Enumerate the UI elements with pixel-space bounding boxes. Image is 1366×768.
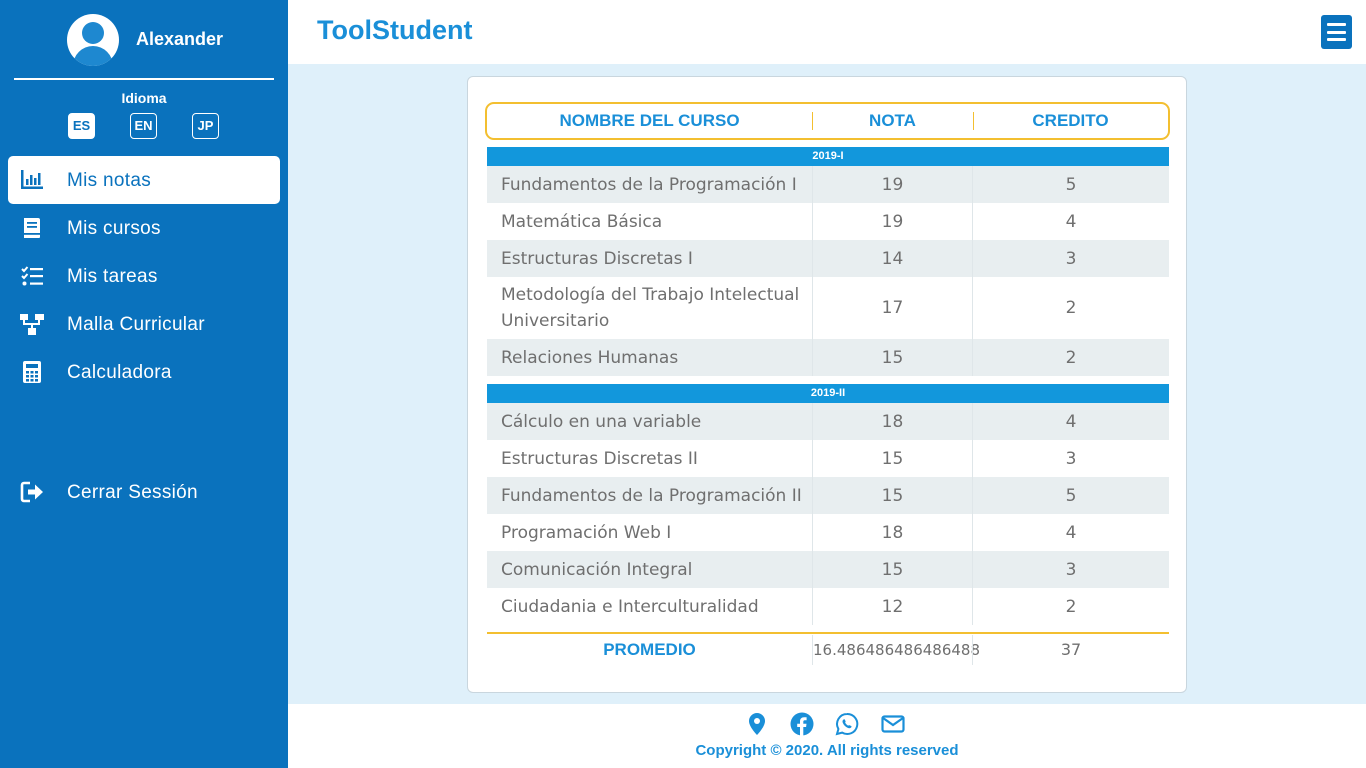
course-credit: 4 (972, 514, 1169, 551)
course-grade: 19 (812, 166, 972, 203)
user-name: Alexander (136, 29, 224, 49)
whatsapp-icon[interactable] (835, 712, 859, 736)
course-grade: 15 (812, 440, 972, 477)
course-credit: 5 (972, 477, 1169, 514)
nav-label: Cerrar Sessión (67, 482, 198, 503)
top-header: ToolStudent (288, 0, 1366, 64)
map-marker-icon[interactable] (745, 712, 769, 736)
table-row: Relaciones Humanas 15 2 (487, 339, 1169, 376)
summary-divider (487, 632, 1169, 634)
course-grade: 19 (812, 203, 972, 240)
table-row: Matemática Básica 19 4 (487, 203, 1169, 240)
course-credit: 2 (972, 588, 1169, 625)
course-grade: 17 (812, 277, 972, 339)
course-credit: 2 (972, 277, 1169, 339)
avatar[interactable] (67, 14, 119, 66)
course-name: Matemática Básica (501, 211, 663, 232)
course-name: Estructuras Discretas I (501, 248, 693, 269)
semester-header: 2019-I (487, 147, 1169, 166)
course-name: Relaciones Humanas (501, 347, 679, 368)
nav-label: Malla Curricular (67, 314, 205, 335)
sidebar: Alexander Idioma ES EN JP Mis notas Mis … (0, 0, 288, 768)
average-grade: 16.486486486486488 (812, 635, 980, 665)
book-icon (24, 218, 40, 238)
nav-label: Mis notas (67, 170, 152, 191)
table-row: Fundamentos de la Programación II 15 5 (487, 477, 1169, 514)
page-footer: Copyright © 2020. All rights reserved (288, 704, 1366, 768)
course-name: Comunicación Integral (501, 559, 693, 580)
checklist-icon (21, 266, 43, 286)
hamburger-menu-icon (1327, 23, 1346, 26)
course-credit: 3 (972, 551, 1169, 588)
course-credit: 3 (972, 440, 1169, 477)
nav-item-mis-cursos[interactable]: Mis cursos (8, 204, 280, 252)
course-grade: 18 (812, 514, 972, 551)
course-grade: 14 (812, 240, 972, 277)
table-row: Fundamentos de la Programación I 19 5 (487, 166, 1169, 203)
grades-card: NOMBRE DEL CURSO NOTA CREDITO 2019-I Fun… (467, 76, 1187, 693)
app-brand[interactable]: ToolStudent (317, 15, 472, 46)
table-row: Estructuras Discretas I 14 3 (487, 240, 1169, 277)
course-name: Fundamentos de la Programación II (501, 485, 802, 506)
column-header-grade: NOTA (869, 111, 916, 130)
course-name: Estructuras Discretas II (501, 448, 698, 469)
course-credit: 5 (972, 166, 1169, 203)
column-header-course: NOMBRE DEL CURSO (559, 111, 740, 130)
user-profile: Alexander (14, 0, 274, 80)
course-name: Metodología del Trabajo Intelectual Univ… (501, 285, 800, 331)
sitemap-icon (20, 314, 44, 335)
table-row: Ciudadania e Interculturalidad 12 2 (487, 588, 1169, 625)
course-grade: 12 (812, 588, 972, 625)
course-grade: 15 (812, 477, 972, 514)
nav-label: Mis tareas (67, 266, 158, 287)
language-title: Idioma (121, 90, 167, 106)
nav-item-mis-notas[interactable]: Mis notas (8, 156, 280, 204)
language-es-button[interactable]: ES (68, 113, 95, 139)
copyright-text: Copyright © 2020. All rights reserved (695, 742, 959, 759)
nav-label: Calculadora (67, 362, 172, 383)
social-links (745, 712, 925, 738)
envelope-icon[interactable] (881, 712, 905, 736)
table-row: Comunicación Integral 15 3 (487, 551, 1169, 588)
hamburger-menu-button[interactable] (1321, 15, 1352, 49)
semester-header: 2019-II (487, 384, 1169, 403)
nav-item-mis-tareas[interactable]: Mis tareas (8, 252, 280, 300)
nav-item-malla-curricular[interactable]: Malla Curricular (8, 300, 280, 348)
course-credit: 4 (972, 403, 1169, 440)
nav-item-cerrar-sesion[interactable]: Cerrar Sessión (8, 468, 280, 516)
nav-label: Mis cursos (67, 218, 161, 239)
course-name: Programación Web I (501, 522, 672, 543)
nav-item-calculadora[interactable]: Calculadora (8, 348, 280, 396)
total-credits: 37 (972, 635, 1169, 665)
course-grade: 15 (812, 551, 972, 588)
course-name: Ciudadania e Interculturalidad (501, 596, 759, 617)
course-name: Cálculo en una variable (501, 411, 702, 432)
column-header-credit: CREDITO (1032, 111, 1109, 130)
course-credit: 4 (972, 203, 1169, 240)
course-name: Fundamentos de la Programación I (501, 174, 797, 195)
course-credit: 2 (972, 339, 1169, 376)
facebook-icon[interactable] (790, 712, 814, 736)
average-label: PROMEDIO (603, 640, 696, 659)
language-en-button[interactable]: EN (130, 113, 157, 139)
table-row: Programación Web I 18 4 (487, 514, 1169, 551)
bar-chart-icon (21, 170, 43, 189)
sign-out-icon (20, 481, 43, 503)
table-row: Estructuras Discretas II 15 3 (487, 440, 1169, 477)
course-credit: 3 (972, 240, 1169, 277)
table-row: Metodología del Trabajo Intelectual Univ… (487, 277, 1169, 339)
table-row: Cálculo en una variable 18 4 (487, 403, 1169, 440)
course-grade: 18 (812, 403, 972, 440)
calculator-icon (23, 361, 41, 383)
course-grade: 15 (812, 339, 972, 376)
language-jp-button[interactable]: JP (192, 113, 219, 139)
table-header: NOMBRE DEL CURSO NOTA CREDITO (485, 102, 1170, 140)
language-selector: ES EN JP (68, 113, 228, 139)
